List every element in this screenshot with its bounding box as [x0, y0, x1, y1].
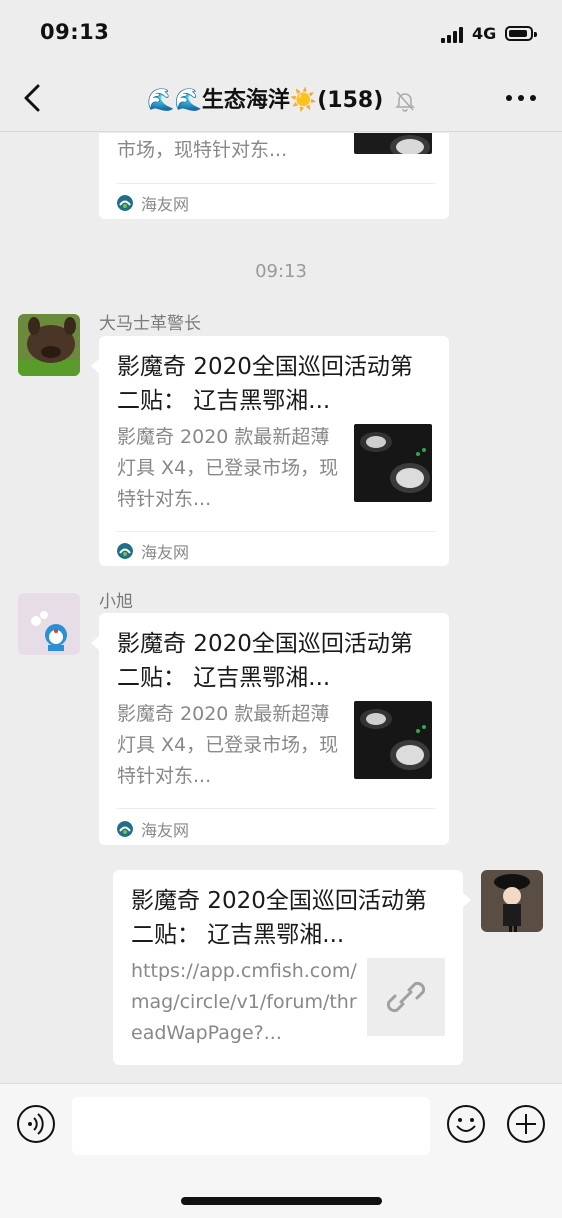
status-time: 09:13: [40, 20, 110, 44]
card-source: 海友网: [117, 817, 189, 841]
emoji-icon[interactable]: [446, 1104, 486, 1144]
source-name: 海友网: [141, 821, 190, 840]
card-thumbnail: [354, 424, 432, 502]
sender-name: 小旭: [99, 592, 133, 612]
avatar[interactable]: [18, 314, 80, 376]
card-description: https://app.cmfish.com/mag/circle/v1/for…: [131, 960, 357, 1044]
home-indicator[interactable]: [181, 1197, 382, 1205]
signal-icon: [441, 27, 465, 43]
source-logo-icon: [117, 821, 133, 837]
source-logo-icon: [117, 195, 133, 211]
message-timestamp: 09:13: [255, 261, 307, 282]
link-card-message[interactable]: 市场，现特针对东... 海友网: [99, 133, 449, 219]
card-divider: [117, 808, 435, 809]
message-input[interactable]: [72, 1097, 430, 1155]
card-thumbnail: [354, 701, 432, 779]
card-divider: [117, 531, 435, 532]
source-logo-icon: [117, 543, 133, 559]
battery-icon: [505, 26, 537, 41]
avatar[interactable]: [481, 870, 543, 932]
sender-name: 大马士革警长: [99, 314, 201, 334]
network-label: 4G: [472, 24, 497, 43]
source-name: 海友网: [141, 543, 190, 562]
card-title: 影魔奇 2020全国巡回活动第二贴： 辽吉黑鄂湘...: [131, 888, 427, 948]
card-title: 影魔奇 2020全国巡回活动第二贴： 辽吉黑鄂湘...: [117, 354, 413, 414]
card-description: 市场，现特针对东...: [117, 139, 288, 161]
card-thumbnail: [354, 133, 432, 154]
card-title: 影魔奇 2020全国巡回活动第二贴： 辽吉黑鄂湘...: [117, 631, 413, 691]
avatar[interactable]: [18, 593, 80, 655]
chat-header: 🌊🌊生态海洋☀️(158): [0, 64, 562, 132]
card-divider: [117, 183, 435, 184]
card-description: 影魔奇 2020 款最新超薄灯具 X4，已登录市场，现特针对东...: [117, 426, 339, 510]
link-card-message[interactable]: 影魔奇 2020全国巡回活动第二贴： 辽吉黑鄂湘... 影魔奇 2020 款最新…: [91, 613, 449, 845]
plus-icon[interactable]: [506, 1104, 546, 1144]
voice-icon[interactable]: [16, 1104, 56, 1144]
link-icon: [367, 958, 445, 1036]
chat-title: 🌊🌊生态海洋☀️(158): [147, 88, 384, 113]
status-bar: 09:13 4G: [0, 0, 562, 64]
chat-title-wrap[interactable]: 🌊🌊生态海洋☀️(158): [0, 82, 562, 114]
mute-bell-icon: [395, 91, 415, 112]
link-card-message[interactable]: 影魔奇 2020全国巡回活动第二贴： 辽吉黑鄂湘... https://app.…: [113, 870, 471, 1065]
message-list[interactable]: 市场，现特针对东... 海友网 09:13 大马士革警长 影魔奇 2020全国巡…: [0, 133, 562, 1083]
card-source: 海友网: [117, 191, 189, 215]
card-source: 海友网: [117, 539, 189, 563]
card-description: 影魔奇 2020 款最新超薄灯具 X4，已登录市场，现特针对东...: [117, 703, 339, 787]
link-card-message[interactable]: 影魔奇 2020全国巡回活动第二贴： 辽吉黑鄂湘... 影魔奇 2020 款最新…: [91, 336, 449, 566]
more-dots-icon[interactable]: [503, 88, 539, 108]
source-name: 海友网: [141, 195, 190, 214]
